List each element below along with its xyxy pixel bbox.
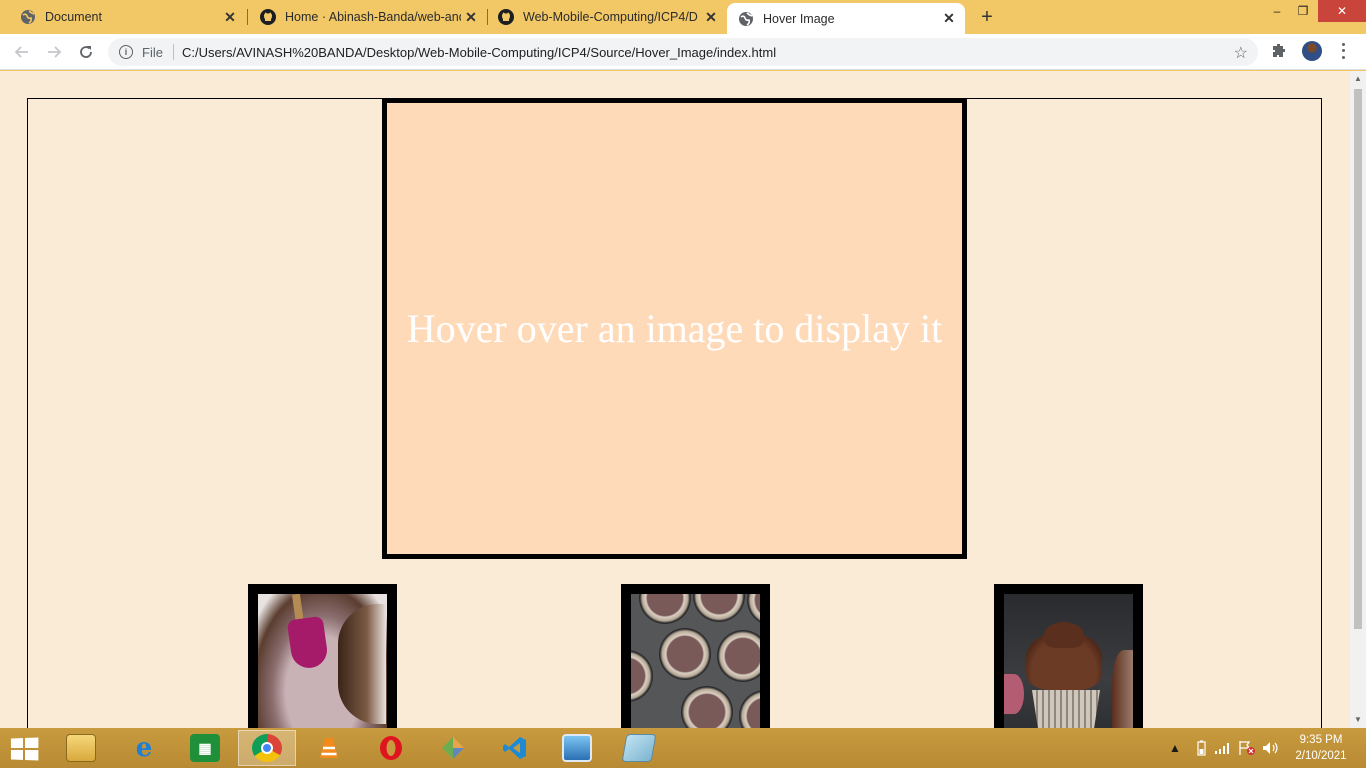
tab-title: Document	[45, 10, 102, 24]
system-clock[interactable]: 9:35 PM 2/10/2021	[1288, 732, 1354, 764]
tab-document[interactable]: Document ✕	[0, 0, 246, 34]
url-text[interactable]: C:/Users/AVINASH%20BANDA/Desktop/Web-Mob…	[182, 45, 776, 60]
new-tab-button[interactable]: +	[976, 6, 998, 28]
battery-icon[interactable]	[1194, 736, 1208, 760]
windows-taskbar: e ▦ ▲ 9:35 PM 2/10/2021	[0, 728, 1366, 768]
arrow-right-icon	[48, 46, 62, 58]
thumbnail-1[interactable]	[248, 584, 397, 728]
cupcake-pan-image[interactable]	[631, 594, 760, 728]
window-close-button[interactable]: ✕	[1318, 0, 1366, 22]
tab-close-button[interactable]: ✕	[701, 7, 721, 27]
scroll-up-arrow-icon[interactable]: ▲	[1354, 75, 1362, 83]
globe-icon	[738, 11, 754, 27]
start-button[interactable]	[10, 737, 39, 761]
tab-strip: Document ✕ Home · Abinash-Banda/web-and …	[0, 0, 1366, 34]
page-scrollbar[interactable]: ▲ ▼	[1350, 71, 1366, 728]
store-icon[interactable]: ▦	[176, 730, 234, 766]
tab-title: Hover Image	[763, 11, 835, 26]
scroll-down-arrow-icon[interactable]: ▼	[1354, 716, 1362, 724]
image-preview-area: Hover over an image to display it	[382, 98, 967, 559]
vscode-icon[interactable]	[486, 730, 544, 766]
tab-close-button[interactable]: ✕	[220, 7, 240, 27]
kebab-menu-icon[interactable]	[1339, 41, 1347, 61]
scrollbar-thumb[interactable]	[1354, 89, 1362, 629]
arrow-left-icon	[14, 46, 28, 58]
internet-explorer-icon[interactable]: e	[115, 730, 173, 766]
scheme-label: File	[142, 44, 163, 60]
notepad-icon[interactable]	[610, 730, 668, 766]
github-icon	[260, 9, 276, 25]
extensions-icon[interactable]	[1270, 42, 1288, 60]
browser-toolbar: i File C:/Users/AVINASH%20BANDA/Desktop/…	[0, 34, 1366, 70]
chrome-icon[interactable]	[238, 730, 296, 766]
volume-icon[interactable]	[1262, 736, 1280, 760]
reload-button[interactable]	[74, 40, 98, 64]
tab-github-icp4[interactable]: Web-Mobile-Computing/ICP4/D ✕	[478, 0, 727, 34]
globe-icon	[20, 9, 36, 25]
profile-avatar[interactable]	[1302, 41, 1322, 61]
minimize-button[interactable]: –	[1266, 0, 1288, 22]
action-center-flag-icon[interactable]	[1238, 736, 1256, 760]
back-button[interactable]	[10, 40, 34, 64]
tab-close-button[interactable]: ✕	[939, 9, 959, 29]
vlc-icon[interactable]	[300, 730, 358, 766]
file-explorer-icon[interactable]	[52, 730, 110, 766]
app-icon[interactable]	[424, 730, 482, 766]
photos-icon[interactable]	[548, 730, 606, 766]
batter-bowl-image[interactable]	[258, 594, 387, 728]
network-signal-icon[interactable]	[1214, 736, 1232, 760]
thumbnail-2[interactable]	[621, 584, 770, 728]
tray-overflow-icon[interactable]: ▲	[1168, 736, 1182, 760]
opera-icon[interactable]	[362, 730, 420, 766]
chocolate-cupcake-image[interactable]	[1004, 594, 1133, 728]
github-icon	[498, 9, 514, 25]
bookmark-star-icon[interactable]: ☆	[1234, 43, 1248, 63]
tab-title: Web-Mobile-Computing/ICP4/D	[523, 10, 698, 24]
info-icon[interactable]: i	[119, 45, 133, 59]
clock-time: 9:35 PM	[1299, 734, 1343, 746]
omnibox-divider	[172, 44, 174, 60]
address-bar[interactable]: i File C:/Users/AVINASH%20BANDA/Desktop/…	[108, 38, 1258, 66]
page-viewport: Hover over an image to display it	[0, 71, 1350, 728]
tab-hover-image[interactable]: Hover Image ✕	[727, 3, 965, 34]
forward-button[interactable]	[42, 40, 66, 64]
clock-date: 2/10/2021	[1295, 750, 1347, 762]
reload-icon	[80, 46, 92, 58]
thumbnail-3[interactable]	[994, 584, 1143, 728]
tab-github-home[interactable]: Home · Abinash-Banda/web-and ✕	[240, 0, 487, 34]
preview-text: Hover over an image to display it	[406, 306, 943, 351]
restore-button[interactable]: ❐	[1292, 0, 1314, 22]
tab-title: Home · Abinash-Banda/web-and	[285, 10, 461, 24]
